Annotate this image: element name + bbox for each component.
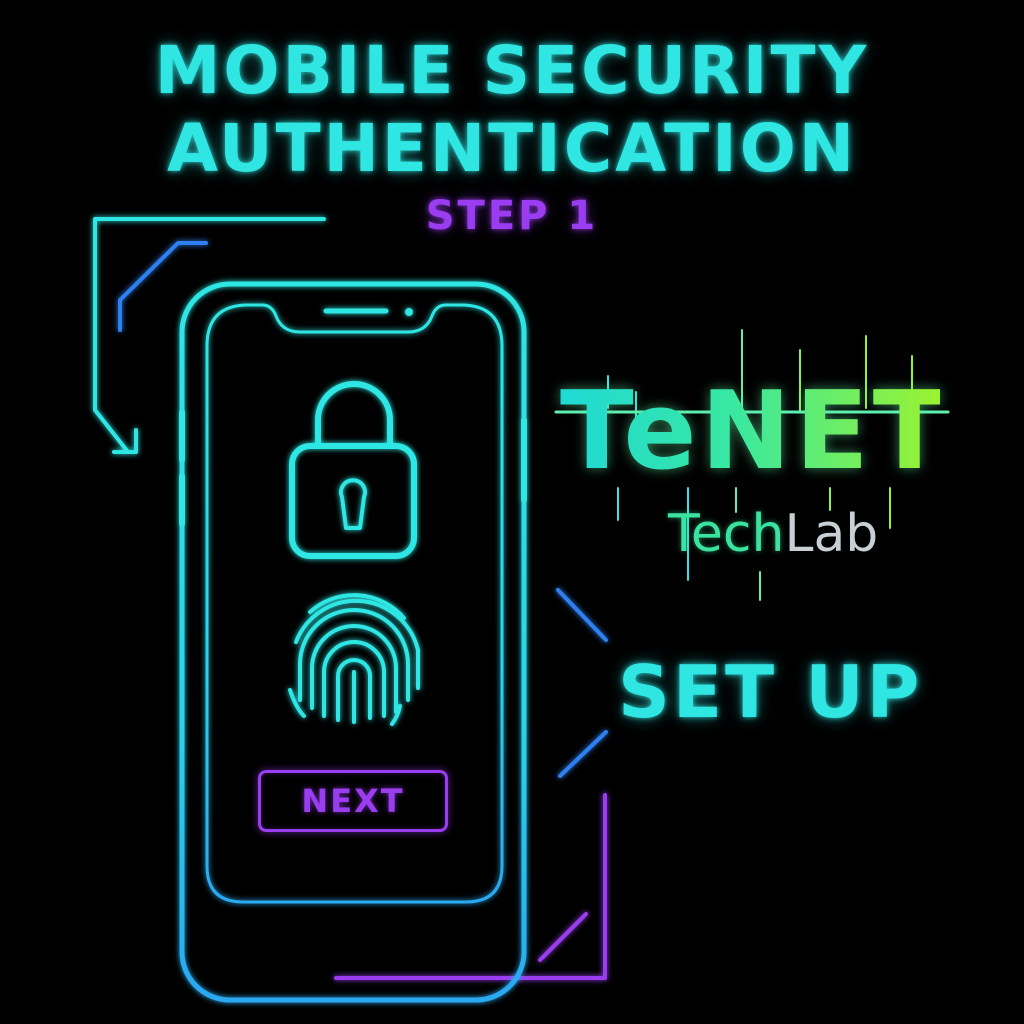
setup-label: SET UP (618, 650, 923, 734)
bracket-top-left (93, 217, 326, 454)
logo-subtitle-lab: Lab (784, 504, 879, 564)
next-button[interactable]: NEXT (258, 770, 448, 832)
logo-subtitle-tech: Tech (668, 504, 785, 564)
lock-icon (289, 381, 417, 559)
logo-wordmark: TeNET (560, 369, 951, 494)
fingerprint-icon (288, 593, 420, 726)
logo-subtitle: TechLab (668, 508, 878, 560)
